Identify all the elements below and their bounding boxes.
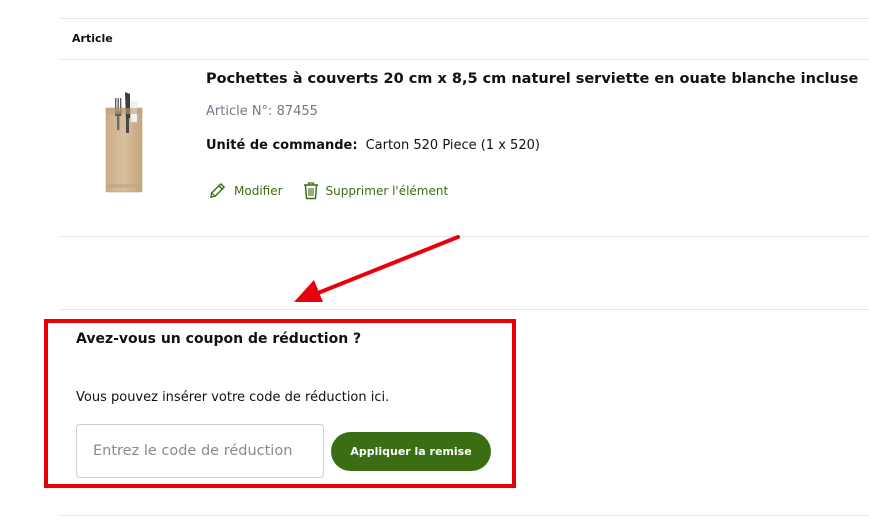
table-header-divider [60,59,869,60]
coupon-title: Avez-vous un coupon de réduction ? [76,331,362,347]
trash-icon [303,182,318,200]
section-divider [60,309,869,310]
delete-item-button[interactable]: Supprimer l'élément [303,181,449,200]
article-number: Article N°: 87455 [206,104,318,119]
delete-item-label: Supprimer l'élément [325,183,449,198]
apply-discount-button[interactable]: Appliquer la remise [331,432,491,471]
coupon-description: Vous pouvez insérer votre code de réduct… [76,390,390,405]
item-row-divider [60,236,869,237]
table-top-divider [60,18,869,19]
pencil-icon [210,183,225,198]
edit-item-button[interactable]: Modifier [208,181,283,200]
bottom-divider [60,515,869,516]
order-unit-value: Carton 520 Piece (1 x 520) [365,138,540,153]
coupon-code-input[interactable] [76,424,324,478]
cutlery-pouch-image[interactable] [100,88,148,194]
order-unit: Unité de commande: Carton 520 Piece (1 x … [206,138,540,153]
product-title[interactable]: Pochettes à couverts 20 cm x 8,5 cm natu… [206,71,858,87]
edit-item-label: Modifier [234,183,283,198]
column-header-article: Article [72,32,113,45]
order-unit-label: Unité de commande: [206,138,358,153]
item-actions: Modifier Supprimer l'élément [208,181,448,200]
